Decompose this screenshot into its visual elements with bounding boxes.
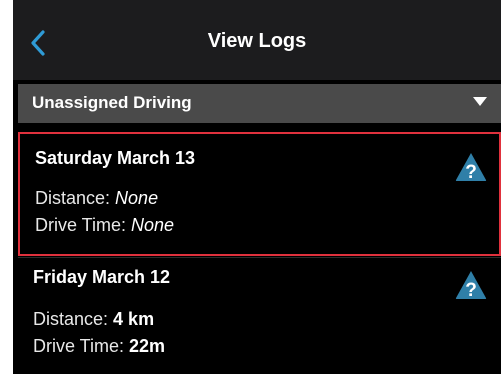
app-screen: View Logs Unassigned Driving Saturday Ma… xyxy=(13,0,501,374)
svg-text:?: ? xyxy=(465,162,477,182)
unknown-status-icon[interactable]: ? xyxy=(455,270,487,300)
log-distance: Distance: None xyxy=(35,188,158,209)
distance-label: Distance: xyxy=(33,309,114,329)
caret-down-icon xyxy=(473,97,487,106)
log-date: Saturday March 13 xyxy=(35,148,196,168)
drive-time-value: 22m xyxy=(129,336,166,356)
distance-value: None xyxy=(115,188,159,208)
drive-time-label: Drive Time: xyxy=(35,215,132,235)
distance-label: Distance: xyxy=(35,188,116,208)
log-filter-dropdown[interactable]: Unassigned Driving xyxy=(18,84,501,123)
filter-selected-label: Unassigned Driving xyxy=(32,93,192,112)
log-item-friday-march-12[interactable]: Friday March 12 Distance: 4 km Drive Tim… xyxy=(18,258,501,374)
log-drive-time: Drive Time: None xyxy=(35,215,174,236)
log-item-saturday-march-13[interactable]: Saturday March 13 Distance: None Drive T… xyxy=(18,132,501,256)
drive-time-value: None xyxy=(131,215,175,235)
nav-bar: View Logs xyxy=(13,0,501,80)
svg-text:?: ? xyxy=(465,280,477,300)
unknown-status-icon[interactable]: ? xyxy=(455,152,487,182)
distance-value: 4 km xyxy=(113,309,155,329)
log-drive-time: Drive Time: 22m xyxy=(33,336,165,357)
log-date: Friday March 12 xyxy=(33,267,171,287)
page-title: View Logs xyxy=(207,30,307,52)
log-distance: Distance: 4 km xyxy=(33,309,154,330)
drive-time-label: Drive Time: xyxy=(33,336,130,356)
